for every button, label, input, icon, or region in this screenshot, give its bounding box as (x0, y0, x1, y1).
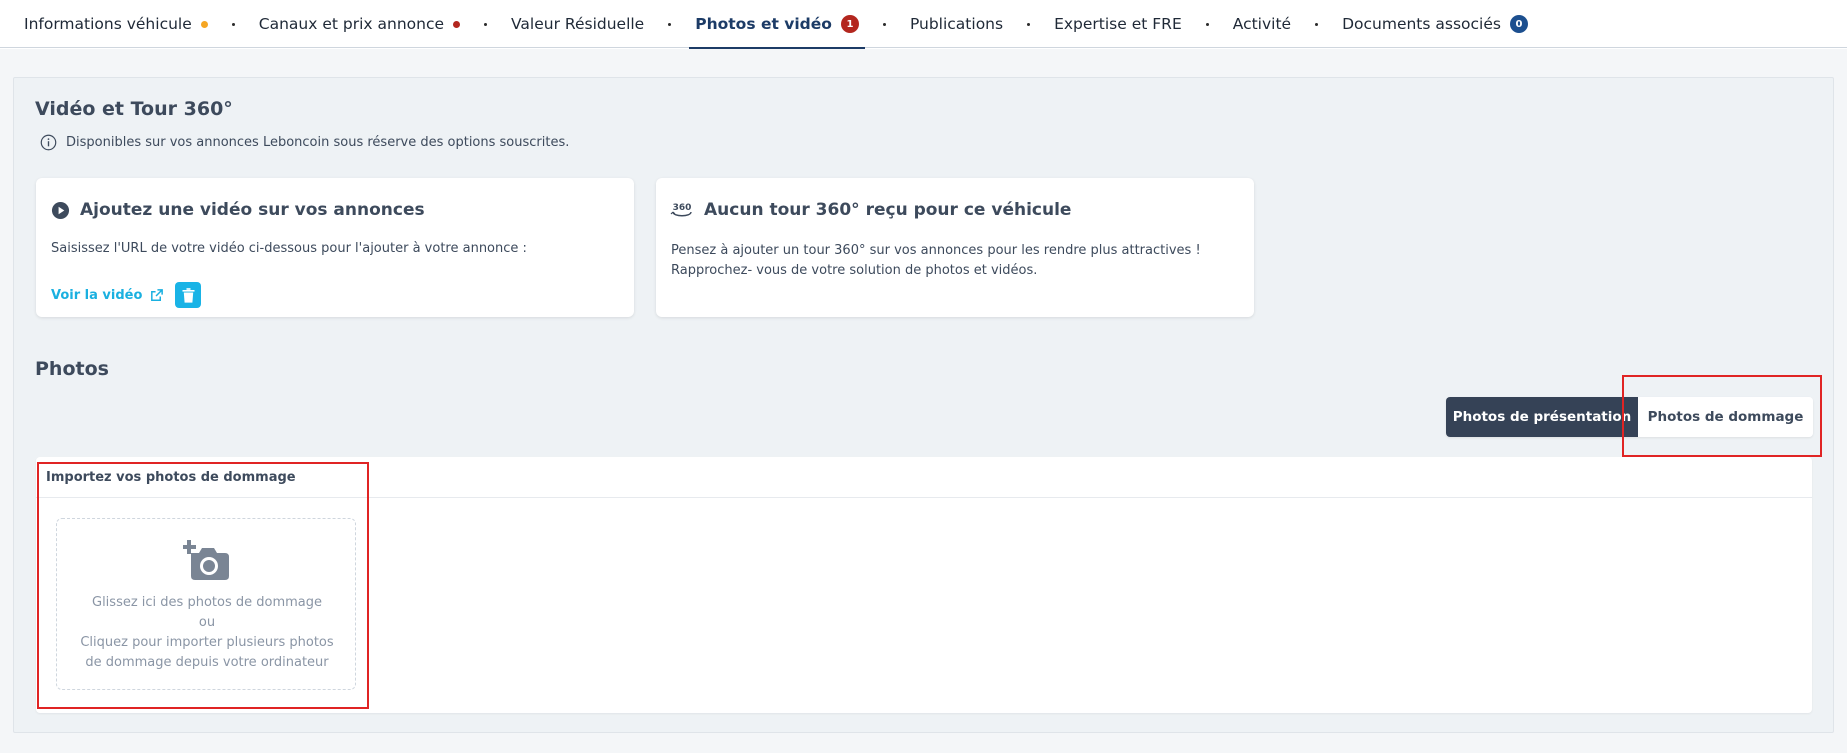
external-link-icon[interactable] (149, 288, 164, 303)
damage-upload-panel: Importez vos photos de dommage Glissez i… (36, 457, 1812, 713)
tab-activite[interactable]: Activité (1227, 0, 1297, 48)
count-badge: 0 (1509, 15, 1528, 33)
play-circle-icon (51, 201, 70, 220)
damage-photos-button[interactable]: Photos de dommage (1638, 397, 1813, 437)
dropzone-line-4: de dommage depuis votre ordinateur (85, 655, 329, 670)
dropzone-text: Glissez ici des photos de dommage ou Cli… (57, 593, 357, 673)
tab-separator (1027, 22, 1031, 26)
dropzone-line-3: Cliquez pour importer plusieurs photos (80, 635, 334, 650)
photos-section-title: Photos (35, 358, 109, 380)
presentation-photos-button[interactable]: Photos de présentation (1446, 397, 1638, 437)
video-card-title-text: Ajoutez une vidéo sur vos annonces (80, 200, 425, 220)
tour-360-icon-label: 360 (673, 203, 692, 213)
tab-label: Activité (1232, 15, 1292, 33)
damage-photo-dropzone[interactable]: Glissez ici des photos de dommage ou Cli… (56, 518, 356, 690)
tour-card-title: 360 Aucun tour 360° reçu pour ce véhicul… (670, 200, 1071, 220)
upload-title: Importez vos photos de dommage (46, 470, 296, 485)
tab-separator (484, 22, 488, 26)
video-info-text: Disponibles sur vos annonces Leboncoin s… (66, 135, 570, 150)
tab-publications[interactable]: Publications (904, 0, 1009, 48)
status-dot (200, 20, 208, 28)
dropzone-line-1: Glissez ici des photos de dommage (92, 595, 322, 610)
photo-type-toggle: Photos de présentation Photos de dommage (1446, 397, 1813, 437)
tab-label: Informations véhicule (24, 15, 192, 33)
tab-bar: Informations véhicule Canaux et prix anno… (0, 0, 1847, 49)
tab-label: Photos et vidéo (695, 15, 832, 33)
add-photo-camera-icon (183, 540, 229, 580)
video-section-title: Vidéo et Tour 360° (35, 98, 233, 120)
tour-card-title-text: Aucun tour 360° reçu pour ce véhicule (704, 200, 1072, 220)
tab-expertise-et-fre[interactable]: Expertise et FRE (1048, 0, 1188, 48)
tab-label: Documents associés (1342, 15, 1501, 33)
tab-separator (1205, 22, 1209, 26)
tab-separator (882, 22, 886, 26)
tour-card-line-1: Pensez à ajouter un tour 360° sur vos an… (671, 243, 1201, 258)
dropzone-line-2: ou (198, 615, 216, 630)
info-icon (40, 134, 57, 151)
tab-valeur-residuelle[interactable]: Valeur Résiduelle (505, 0, 650, 48)
tab-label: Publications (909, 15, 1004, 33)
video-info-line: Disponibles sur vos annonces Leboncoin s… (40, 134, 569, 151)
tab-label: Canaux et prix annonce (258, 15, 445, 33)
status-dot (453, 20, 461, 28)
tab-informations-vehicule[interactable]: Informations véhicule (18, 0, 214, 48)
count-badge: 1 (840, 15, 859, 33)
video-card: Ajoutez une vidéo sur vos annonces Saisi… (36, 178, 634, 317)
upload-header: Importez vos photos de dommage (36, 457, 1812, 498)
video-card-title: Ajoutez une vidéo sur vos annonces (51, 200, 425, 220)
tab-documents-associes[interactable]: Documents associés 0 (1336, 0, 1534, 48)
trash-icon (182, 287, 195, 303)
view-video-link[interactable]: Voir la vidéo (51, 288, 142, 303)
tab-canaux-et-prix-annonce[interactable]: Canaux et prix annonce (253, 0, 466, 48)
tour-360-card: 360 Aucun tour 360° reçu pour ce véhicul… (656, 178, 1254, 317)
delete-video-button[interactable] (175, 282, 202, 308)
tour-360-icon: 360 (670, 200, 694, 220)
tab-label: Expertise et FRE (1054, 15, 1182, 33)
tour-card-line-2: Rapprochez- vous de votre solution de ph… (671, 263, 1038, 278)
tab-list: Informations véhicule Canaux et prix anno… (0, 0, 1847, 49)
tab-photos-et-video[interactable]: Photos et vidéo 1 (689, 0, 865, 49)
tab-separator (668, 22, 672, 26)
video-card-text: Saisissez l'URL de votre vidéo ci-dessou… (51, 241, 527, 256)
video-link-row: Voir la vidéo (51, 282, 202, 308)
tab-separator (1315, 22, 1319, 26)
tab-separator (231, 22, 235, 26)
tab-label: Valeur Résiduelle (511, 15, 645, 33)
